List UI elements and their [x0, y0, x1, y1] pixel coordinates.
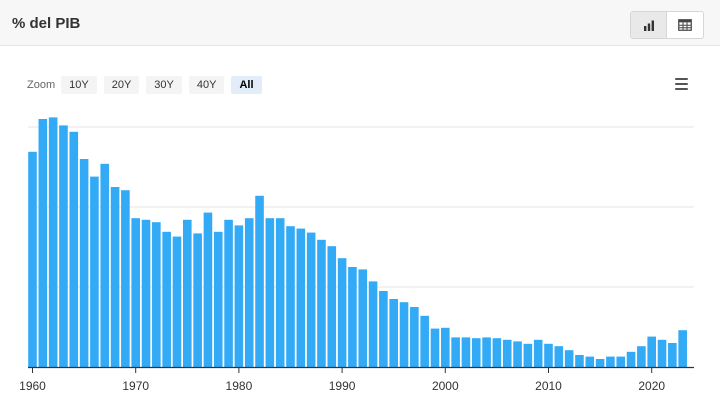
zoom-controls: Zoom 10Y 20Y 30Y 40Y All: [27, 76, 269, 94]
x-tick-label-1960: 1960: [19, 379, 46, 393]
bar-1969[interactable]: [121, 190, 130, 367]
bar-1996[interactable]: [399, 302, 409, 367]
bar-2000[interactable]: [441, 327, 450, 367]
bar-1961[interactable]: [38, 119, 48, 367]
x-tick-label-2000: 2000: [432, 379, 459, 393]
bar-1988[interactable]: [317, 239, 326, 367]
view-toggle: [630, 11, 704, 39]
bar-1977[interactable]: [203, 212, 213, 367]
x-tick-label-1980: 1980: [226, 379, 253, 393]
bar-1968[interactable]: [110, 187, 120, 367]
bar-1992[interactable]: [358, 269, 368, 367]
bar-1966[interactable]: [90, 176, 99, 367]
table-icon: [678, 19, 692, 31]
bar-2012[interactable]: [564, 350, 574, 367]
bar-1964[interactable]: [69, 131, 79, 367]
x-tick-label-2020: 2020: [638, 379, 665, 393]
bar-chart: 1960 1970 1980 1990 2000 2010 2020: [19, 117, 694, 393]
zoom-20y-button[interactable]: 20Y: [103, 76, 140, 94]
bar-1972[interactable]: [152, 222, 161, 367]
table-view-button[interactable]: [667, 12, 703, 38]
bar-1985[interactable]: [286, 226, 295, 367]
bar-2020[interactable]: [647, 336, 656, 367]
bar-2006[interactable]: [502, 339, 512, 367]
bar-1990[interactable]: [337, 258, 347, 367]
bar-2023[interactable]: [678, 330, 687, 367]
bar-1993[interactable]: [368, 281, 378, 367]
page-title: % del PIB: [12, 15, 81, 32]
bar-1994[interactable]: [379, 291, 388, 367]
x-tick-label-1970: 1970: [122, 379, 149, 393]
bar-1976[interactable]: [193, 233, 202, 367]
bar-1978[interactable]: [213, 231, 223, 367]
bar-1987[interactable]: [306, 232, 316, 367]
bar-2015[interactable]: [595, 359, 605, 367]
bar-1973[interactable]: [162, 231, 171, 367]
bar-1960[interactable]: [28, 151, 37, 367]
bar-1984[interactable]: [275, 218, 285, 367]
bar-1981[interactable]: [244, 218, 254, 367]
bar-2002[interactable]: [461, 337, 471, 367]
zoom-30y-button[interactable]: 30Y: [146, 76, 182, 94]
bar-1997[interactable]: [410, 307, 419, 367]
bar-2017[interactable]: [616, 356, 626, 367]
x-tick-label-1990: 1990: [329, 379, 356, 393]
bar-2010[interactable]: [544, 343, 553, 367]
bar-2018[interactable]: [626, 351, 636, 367]
zoom-all-button[interactable]: All: [231, 76, 262, 94]
bar-1989[interactable]: [327, 246, 337, 367]
bar-2008[interactable]: [523, 343, 533, 367]
chart-header: % del PIB: [0, 0, 720, 46]
bar-1971[interactable]: [141, 219, 151, 367]
bar-2011[interactable]: [554, 346, 564, 367]
bar-2013[interactable]: [575, 355, 584, 367]
bar-1965[interactable]: [79, 159, 89, 367]
bar-1963[interactable]: [59, 125, 68, 368]
hamburger-menu-icon[interactable]: [674, 77, 690, 91]
bar-2001[interactable]: [451, 337, 460, 367]
bar-1986[interactable]: [296, 228, 306, 367]
bar-2014[interactable]: [585, 356, 595, 367]
bar-1979[interactable]: [224, 219, 233, 367]
zoom-40y-button[interactable]: 40Y: [188, 76, 225, 94]
bar-1982[interactable]: [255, 195, 264, 367]
bar-1975[interactable]: [183, 219, 192, 367]
bar-1999[interactable]: [430, 328, 440, 367]
bar-2022[interactable]: [668, 343, 677, 367]
bar-2007[interactable]: [513, 341, 522, 367]
bar-2016[interactable]: [606, 356, 615, 367]
bar-2005[interactable]: [492, 338, 502, 367]
bar-1995[interactable]: [389, 299, 398, 367]
bar-2004[interactable]: [482, 337, 491, 367]
bar-2019[interactable]: [637, 346, 646, 367]
zoom-label: Zoom: [27, 79, 56, 91]
bar-chart-icon: [643, 20, 654, 31]
zoom-10y-button[interactable]: 10Y: [61, 76, 97, 94]
bar-2021[interactable]: [657, 339, 667, 367]
bar-1991[interactable]: [348, 267, 357, 367]
bar-1970[interactable]: [131, 218, 140, 367]
bar-2003[interactable]: [471, 338, 481, 367]
bar-1967[interactable]: [100, 163, 110, 367]
bar-1983[interactable]: [265, 218, 275, 367]
bar-1974[interactable]: [172, 236, 182, 367]
bar-2009[interactable]: [533, 339, 543, 367]
x-tick-label-2010: 2010: [535, 379, 562, 393]
chart-view-button[interactable]: [631, 12, 667, 38]
bar-1962[interactable]: [48, 117, 58, 368]
bar-1998[interactable]: [420, 315, 429, 367]
bar-1980[interactable]: [234, 225, 244, 367]
